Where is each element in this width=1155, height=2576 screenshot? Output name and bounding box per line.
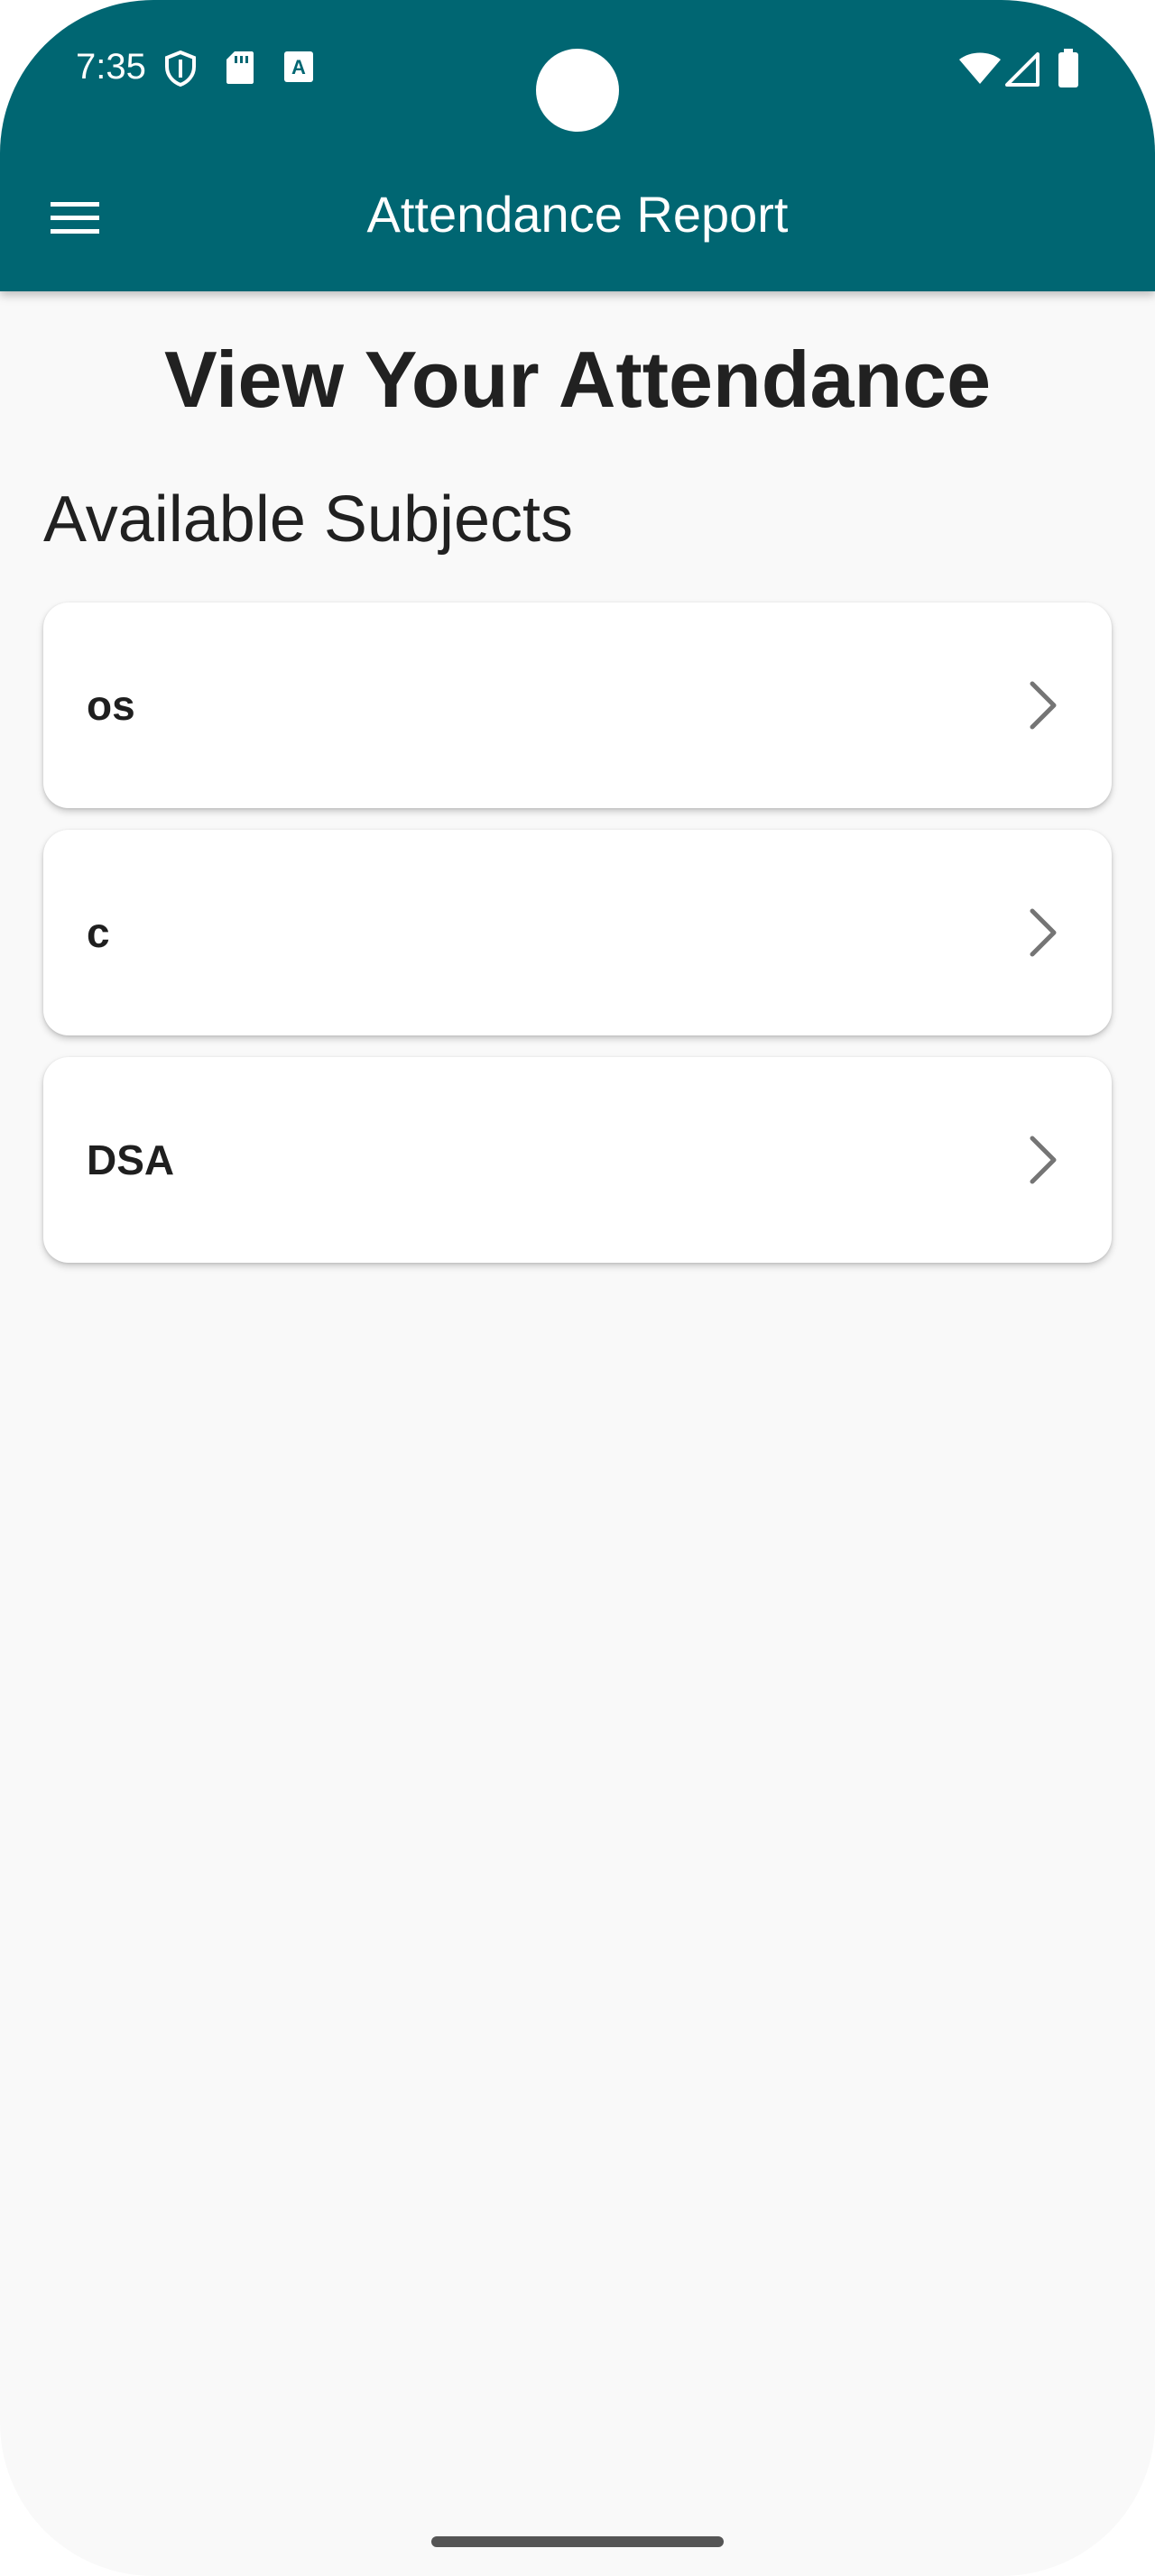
app-bar-title: Attendance Report [366, 186, 789, 243]
app-screen: 7:35 A Attendance Report View Your Atten… [0, 0, 1155, 2576]
chevron-right-icon [1030, 681, 1057, 730]
page-title: View Your Attendance [163, 335, 992, 424]
subject-list: os c DSA [43, 603, 1112, 1284]
sd-card-icon [226, 51, 254, 84]
camera-cutout [536, 49, 619, 132]
subject-label: os [87, 682, 135, 729]
status-time: 7:35 [76, 47, 146, 87]
subject-card-c[interactable]: c [43, 830, 1112, 1035]
shield-icon [165, 51, 196, 87]
wifi-icon [959, 52, 1001, 84]
chevron-right-icon [1030, 1136, 1057, 1184]
svg-text:A: A [291, 56, 306, 78]
text-a-icon: A [284, 51, 313, 82]
subject-label: c [87, 909, 110, 956]
battery-icon [1058, 49, 1078, 87]
cell-signal-icon [1005, 52, 1040, 87]
subject-label: DSA [87, 1136, 175, 1183]
home-indicator[interactable] [431, 2536, 724, 2547]
app-bar: 7:35 A Attendance Report [0, 0, 1155, 291]
subject-card-os[interactable]: os [43, 603, 1112, 808]
chevron-right-icon [1030, 908, 1057, 957]
subject-card-dsa[interactable]: DSA [43, 1057, 1112, 1263]
section-title: Available Subjects [43, 483, 574, 556]
